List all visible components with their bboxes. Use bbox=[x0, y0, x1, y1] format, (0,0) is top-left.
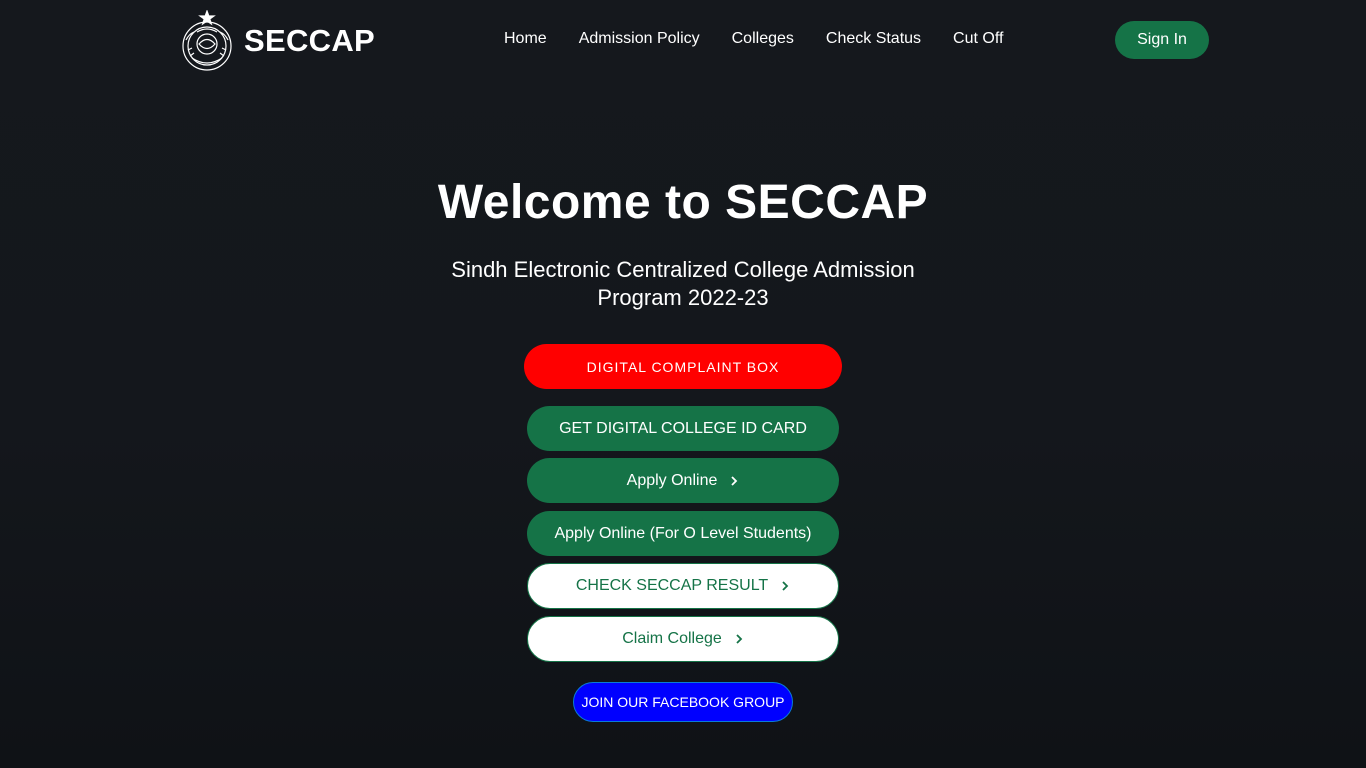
nav-colleges[interactable]: Colleges bbox=[732, 28, 794, 50]
hero-subtitle: Sindh Electronic Centralized College Adm… bbox=[451, 257, 915, 310]
top-navbar: SECCAP Home Admission Policy Colleges Ch… bbox=[0, 0, 1366, 80]
apply-online-button[interactable]: Apply Online bbox=[527, 458, 839, 503]
sindh-emblem-logo bbox=[182, 10, 232, 71]
chevron-right-icon bbox=[731, 475, 738, 486]
nav-admission-policy[interactable]: Admission Policy bbox=[579, 28, 700, 50]
apply-online-o-level-button[interactable]: Apply Online (For O Level Students) bbox=[527, 511, 839, 556]
nav-cut-off[interactable]: Cut Off bbox=[953, 28, 1003, 50]
hero-title: Welcome to SECCAP bbox=[437, 176, 929, 229]
brand-home-link[interactable]: SECCAP bbox=[180, 9, 375, 73]
nav-check-status[interactable]: Check Status bbox=[826, 28, 921, 50]
claim-college-label: Claim College bbox=[622, 630, 722, 647]
join-facebook-group-button[interactable]: JOIN OUR FACEBOOK GROUP bbox=[573, 682, 793, 722]
id-card-button-label: GET DIGITAL COLLEGE ID CARD bbox=[559, 419, 807, 437]
digital-complaint-box-button[interactable]: DIGITAL COMPLAINT BOX bbox=[524, 344, 842, 389]
claim-college-button[interactable]: Claim College bbox=[527, 616, 839, 662]
apply-o-level-label: Apply Online (For O Level Students) bbox=[554, 524, 812, 542]
apply-online-label: Apply Online bbox=[626, 471, 718, 489]
brand-name: SECCAP bbox=[244, 23, 375, 58]
sign-in-button[interactable]: Sign In bbox=[1115, 21, 1209, 59]
check-result-label: CHECK SECCAP RESULT bbox=[575, 577, 769, 594]
check-result-button[interactable]: CHECK SECCAP RESULT bbox=[527, 563, 839, 609]
main-nav: Home Admission Policy Colleges Check Sta… bbox=[504, 28, 1003, 50]
chevron-right-icon bbox=[736, 634, 743, 644]
nav-home[interactable]: Home bbox=[504, 28, 547, 50]
chevron-right-icon bbox=[782, 581, 789, 591]
digital-id-card-button[interactable]: GET DIGITAL COLLEGE ID CARD bbox=[527, 406, 839, 451]
complaint-button-label: DIGITAL COMPLAINT BOX bbox=[586, 358, 780, 375]
facebook-button-label: JOIN OUR FACEBOOK GROUP bbox=[581, 694, 785, 710]
